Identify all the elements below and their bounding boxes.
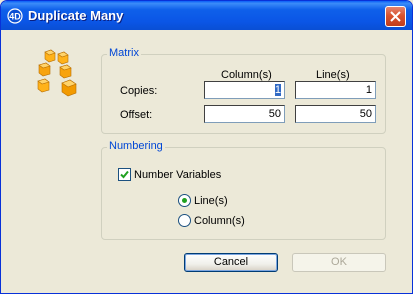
radio-columns[interactable] bbox=[178, 214, 191, 227]
close-icon bbox=[390, 11, 401, 22]
number-variables-checkbox[interactable] bbox=[118, 168, 131, 181]
copies-line-input[interactable]: 1 bbox=[295, 81, 376, 99]
cancel-button[interactable]: Cancel bbox=[184, 253, 278, 272]
column-header: Column(s) bbox=[221, 69, 272, 81]
dialog-window: 4D Duplicate Many Matrix Column(s) Line(… bbox=[0, 0, 413, 294]
cubes-icon bbox=[35, 49, 83, 99]
checkmark-icon bbox=[120, 170, 129, 179]
window-title: Duplicate Many bbox=[28, 8, 124, 23]
copies-column-value: 1 bbox=[274, 84, 281, 96]
4d-logo-icon: 4D bbox=[7, 8, 23, 24]
close-button[interactable] bbox=[385, 6, 406, 27]
copies-label: Copies: bbox=[120, 85, 158, 97]
radio-lines[interactable] bbox=[178, 194, 191, 207]
ok-button[interactable]: OK bbox=[292, 253, 386, 272]
line-header: Line(s) bbox=[316, 69, 350, 81]
offset-label: Offset: bbox=[120, 109, 153, 121]
radio-selected-dot bbox=[182, 198, 187, 203]
numbering-group-title: Numbering bbox=[107, 140, 165, 152]
radio-columns-label[interactable]: Column(s) bbox=[194, 215, 245, 227]
number-variables-label[interactable]: Number Variables bbox=[134, 169, 221, 181]
svg-text:4D: 4D bbox=[9, 12, 21, 22]
offset-column-input[interactable]: 50 bbox=[204, 105, 285, 123]
radio-lines-label[interactable]: Line(s) bbox=[194, 195, 228, 207]
offset-line-input[interactable]: 50 bbox=[295, 105, 376, 123]
matrix-group-title: Matrix bbox=[107, 47, 141, 59]
title-bar[interactable]: 4D Duplicate Many bbox=[1, 1, 412, 30]
copies-column-input[interactable]: 1 bbox=[204, 81, 285, 99]
